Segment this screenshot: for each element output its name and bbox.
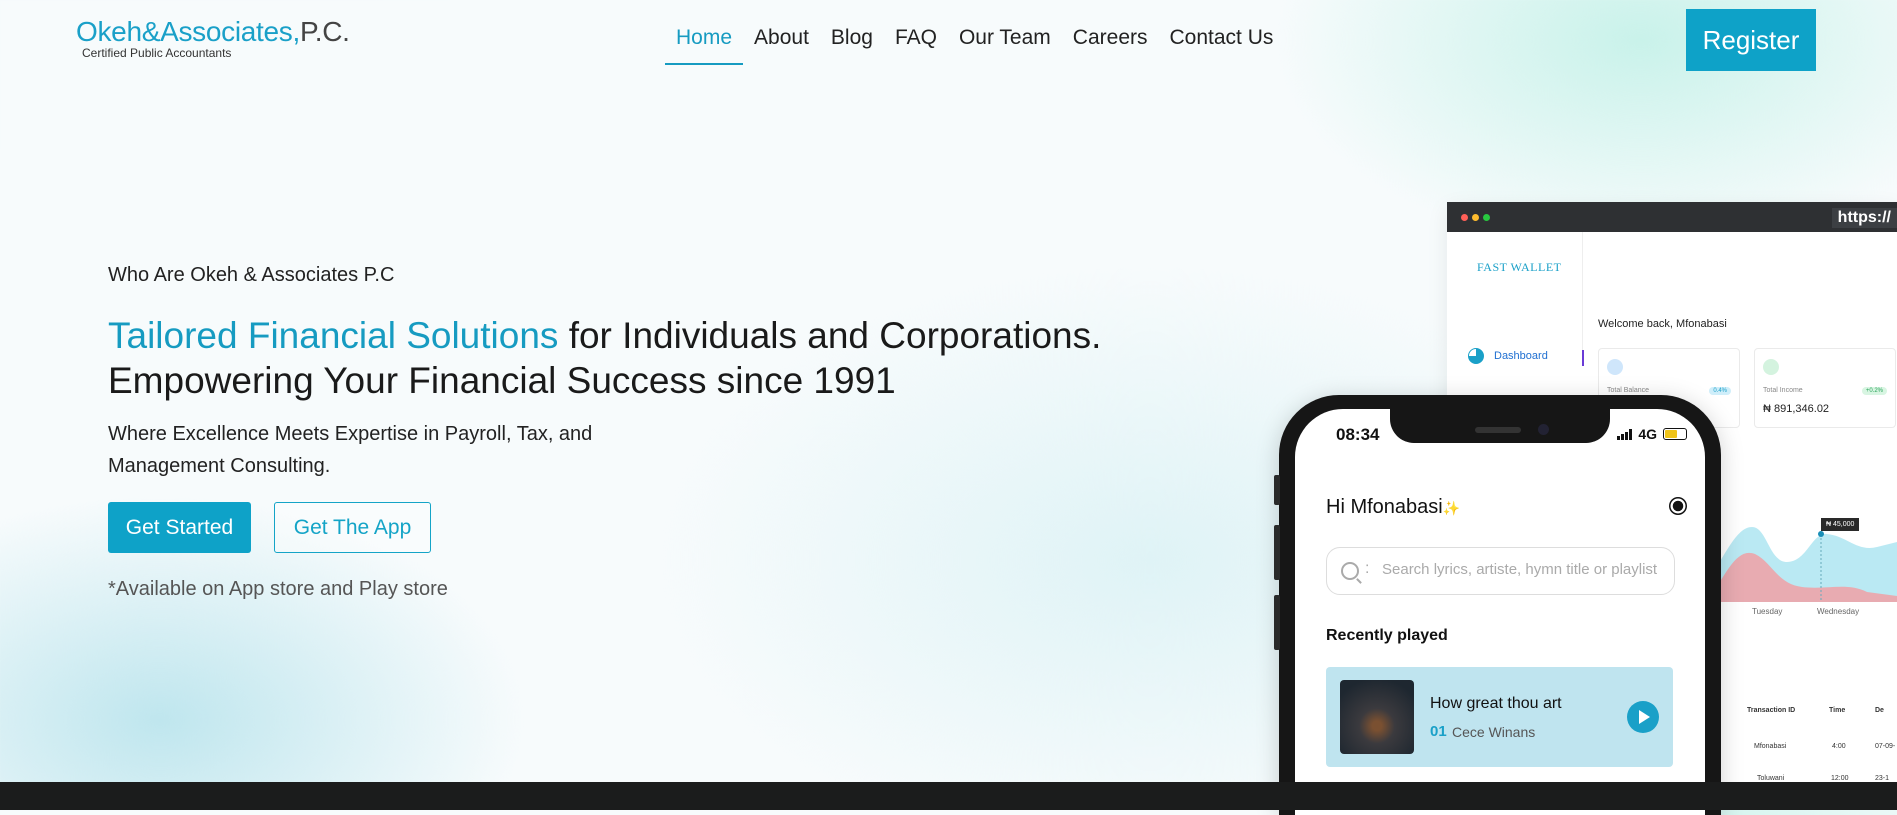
search-separator: : (1365, 560, 1370, 577)
day-label: Wednesday (1817, 607, 1860, 616)
table-cell: 12:00 (1831, 775, 1849, 782)
bottom-section-edge (0, 782, 1897, 810)
phone-side-button (1274, 525, 1280, 580)
table-cell: Toluwani (1757, 775, 1785, 782)
status-time: 08:34 (1336, 425, 1380, 444)
recent-track-card[interactable]: How great thou art 01 Cece Winans (1326, 667, 1673, 767)
sidebar-item-dashboard: Dashboard (1468, 348, 1548, 364)
greeting: Hi Mfonabasi✨ (1326, 496, 1460, 519)
headline-rest: for Individuals and Corporations. (558, 315, 1102, 356)
main-nav: Home About Blog FAQ Our Team Careers Con… (665, 18, 1284, 65)
welcome-text: Welcome back, Mfonabasi (1598, 318, 1727, 330)
track-number: 01 (1430, 723, 1447, 740)
search-icon (1341, 562, 1359, 580)
camera-icon (1538, 424, 1549, 435)
minimize-dot-icon (1472, 214, 1479, 221)
section-title: Recently played (1326, 627, 1448, 644)
get-the-app-button[interactable]: Get The App (274, 502, 431, 553)
hero-headline: Tailored Financial Solutions for Individ… (108, 313, 1208, 403)
get-started-button[interactable]: Get Started (108, 502, 251, 553)
sidebar-item-label: Dashboard (1494, 350, 1548, 362)
day-label: Tuesday (1752, 607, 1783, 616)
table-cell: 4:00 (1832, 743, 1846, 750)
phone-side-button (1274, 595, 1280, 650)
logo-wordmark: Okeh&Associates,P.C. (76, 16, 350, 48)
availability-note: *Available on App store and Play store (108, 578, 448, 600)
nav-blog[interactable]: Blog (820, 18, 884, 65)
phone-screen: 08:34 4G Hi Mfonabasi✨ : Search lyrics, … (1295, 409, 1705, 815)
search-input[interactable]: : Search lyrics, artiste, hymn title or … (1326, 547, 1675, 595)
pie-chart-icon (1468, 348, 1484, 364)
phone-side-button (1274, 475, 1280, 505)
active-indicator (1582, 350, 1584, 366)
nav-faq[interactable]: FAQ (884, 18, 948, 65)
browser-toolbar: https:// (1447, 202, 1897, 232)
sparkle-icon: ✨ (1442, 500, 1461, 516)
chart-tooltip: ₦ 45,000 (1821, 518, 1860, 531)
card-badge: 0.4% (1709, 387, 1731, 395)
table-header: De (1875, 707, 1884, 714)
browser-url: https:// (1831, 208, 1897, 228)
headline-highlight: Tailored Financial Solutions (108, 315, 559, 356)
nav-home[interactable]: Home (665, 18, 744, 65)
network-label: 4G (1638, 426, 1657, 442)
speaker-grille (1475, 427, 1521, 433)
theme-toggle-icon[interactable] (1672, 500, 1684, 512)
maximize-dot-icon (1483, 214, 1490, 221)
wallet-brand: FAST WALLET (1477, 260, 1562, 274)
income-icon (1763, 359, 1779, 375)
wallet-icon (1607, 359, 1623, 375)
table-header: Transaction ID (1747, 707, 1796, 714)
phone-mockup: 08:34 4G Hi Mfonabasi✨ : Search lyrics, … (1274, 395, 1721, 815)
track-title: How great thou art (1430, 695, 1562, 712)
chart-marker-point (1818, 531, 1824, 537)
search-placeholder: Search lyrics, artiste, hymn title or pl… (1382, 561, 1658, 578)
status-indicators: 4G (1617, 426, 1687, 442)
card-label: Total Balance (1607, 387, 1650, 394)
track-artwork (1340, 680, 1414, 754)
nav-careers[interactable]: Careers (1062, 18, 1159, 65)
card-badge: +0.2% (1861, 387, 1887, 395)
nav-about[interactable]: About (743, 18, 820, 65)
sidebar-divider (1582, 232, 1583, 352)
hero-kicker: Who Are Okeh & Associates P.C (108, 264, 395, 286)
signal-icon (1617, 428, 1633, 440)
table-cell: 07-09- (1875, 743, 1896, 750)
income-card: Total Income +0.2% ₦ 891,346.02 (1754, 348, 1896, 428)
close-dot-icon (1461, 214, 1468, 221)
table-cell: 23-1 (1875, 775, 1890, 782)
nav-our-team[interactable]: Our Team (948, 18, 1062, 65)
table-cell: Mfonabasi (1754, 743, 1787, 750)
logo-tagline: Certified Public Accountants (82, 46, 232, 60)
logo-suffix: P.C. (299, 16, 350, 47)
card-value: ₦ 891,346.02 (1763, 403, 1830, 415)
nav-contact-us[interactable]: Contact Us (1159, 18, 1285, 65)
table-header: Time (1829, 707, 1846, 714)
greeting-text: Hi Mfonabasi (1326, 496, 1443, 518)
hero-subtext: Where Excellence Meets Expertise in Payr… (108, 423, 593, 477)
headline-line2: Empowering Your Financial Success since … (108, 360, 896, 401)
card-label: Total Income (1763, 387, 1803, 394)
income-chart (1707, 527, 1897, 602)
battery-icon (1663, 428, 1687, 440)
logo-brand-name: Okeh&Associates, (76, 16, 300, 47)
phone-notch (1390, 409, 1610, 443)
register-button[interactable]: Register (1686, 9, 1816, 71)
play-icon[interactable] (1627, 701, 1659, 733)
track-artist: Cece Winans (1452, 724, 1536, 740)
brand-logo[interactable]: Okeh&Associates,P.C. Certified Public Ac… (76, 16, 350, 60)
